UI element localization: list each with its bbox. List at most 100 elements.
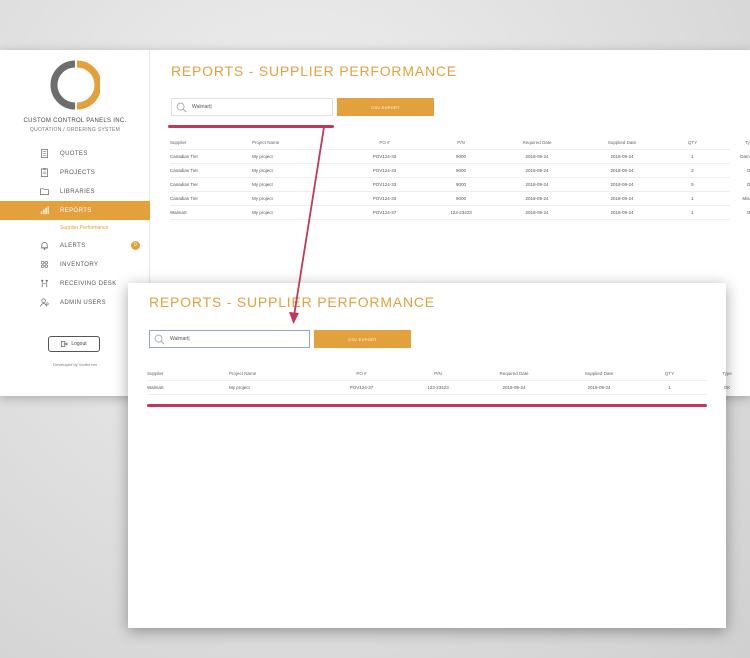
- table-cell: 2018-09-24: [587, 385, 611, 390]
- column-header: Project Name: [229, 371, 257, 376]
- table-cell: 9000: [455, 182, 466, 187]
- table-cell: 1: [691, 196, 694, 201]
- column-header: Required Date: [522, 140, 552, 145]
- column-header: QTY: [664, 371, 675, 376]
- column-header: Supplier: [170, 140, 187, 145]
- table-cell: OK: [746, 210, 750, 215]
- highlight-underline-table: [147, 404, 707, 407]
- table-cell: POV124-33: [372, 154, 397, 159]
- alerts-count-badge: 0: [131, 241, 140, 250]
- sidebar-item-label: ALERTS: [60, 242, 86, 249]
- table-cell: 2018-09-24: [525, 154, 549, 159]
- table-cell: My project: [252, 196, 273, 201]
- table-row: Canadian Tier My project POV124-33 9000 2018…: [170, 164, 750, 178]
- sidebar-item-inventory[interactable]: INVENTORY: [0, 255, 150, 274]
- logout-label: Logout: [71, 341, 87, 347]
- sidebar-item-label: PROJECTS: [60, 169, 96, 176]
- column-header: Type: [722, 371, 732, 376]
- column-header: Project Name: [252, 140, 280, 145]
- table-header: Supplier Project Name PO # P/N Required Date…: [147, 367, 732, 381]
- table-cell: 5: [691, 182, 694, 187]
- search-input[interactable]: Walmart|: [149, 330, 310, 348]
- report-table: Supplier Project Name PO # P/N Required Date…: [147, 367, 732, 395]
- document-icon: [40, 149, 49, 158]
- table-header: Supplier Project Name PO # P/N Required Date…: [170, 136, 750, 150]
- table-cell: OK: [746, 182, 750, 187]
- table-cell: 2018-09-24: [610, 182, 634, 187]
- page-title: REPORTS - SUPPLIER PERFORMANCE: [171, 63, 457, 79]
- table-cell: POV124-33: [372, 168, 397, 173]
- sidebar-item-alerts[interactable]: ALERTS 0: [0, 236, 150, 255]
- search-value: Walmart|: [170, 336, 190, 342]
- table-cell: POV124-37: [372, 210, 397, 215]
- sidebar-item-reports[interactable]: REPORTS: [0, 201, 150, 220]
- table-cell: 123-23423: [427, 385, 449, 390]
- table-cell: 2018-09-24: [525, 196, 549, 201]
- sidebar-subitem-supplier-performance[interactable]: Supplier Performance: [0, 220, 150, 236]
- table-cell: POV124-33: [372, 196, 397, 201]
- table-cell: My project: [252, 154, 273, 159]
- sidebar-item-libraries[interactable]: LIBRARIES: [0, 182, 150, 201]
- column-header: P/N: [457, 140, 465, 145]
- sidebar-item-label: INVENTORY: [60, 261, 99, 268]
- table-row: Walmart My project POV124-37 123-23423 2018-…: [170, 206, 750, 220]
- table-cell: My project: [252, 168, 273, 173]
- report-table: Supplier Project Name PO # P/N Required Date…: [170, 136, 750, 220]
- table-cell: Canadian Tier: [170, 196, 199, 201]
- table-cell: Damaged: [740, 154, 750, 159]
- table-cell: 9000: [455, 196, 466, 201]
- table-cell: 2018-09-24: [610, 154, 634, 159]
- table-cell: 2018-09-24: [610, 168, 634, 173]
- sidebar-item-projects[interactable]: PROJECTS: [0, 163, 150, 182]
- table-cell: My project: [252, 210, 273, 215]
- table-row: Canadian Tier My project POV124-33 9000 2018…: [170, 192, 750, 206]
- folder-icon: [40, 188, 49, 196]
- column-header: Supplied Date: [584, 371, 614, 376]
- bar-chart-icon: [40, 206, 49, 215]
- sidebar-item-quotes[interactable]: QUOTES: [0, 144, 150, 163]
- logout-button[interactable]: Logout: [48, 336, 100, 352]
- table-cell: 9000: [455, 154, 466, 159]
- sidebar-item-label: ADMIN USERS: [60, 299, 107, 306]
- company-logo: [50, 60, 100, 110]
- table-cell: My project: [252, 182, 273, 187]
- highlight-underline-search: [168, 125, 334, 128]
- table-cell: Canadian Tier: [170, 182, 199, 187]
- column-header: Supplied Date: [607, 140, 637, 145]
- table-row: Walmart My project POV124-37 123-23423 2018-…: [147, 381, 730, 395]
- table-cell: Walmart: [147, 385, 164, 390]
- table-cell: POV124-33: [372, 182, 397, 187]
- bell-icon: [40, 242, 49, 250]
- sidebar-item-label: LIBRARIES: [60, 188, 95, 195]
- table-row: Canadian Tier My project POV124-33 9000 2018…: [170, 178, 750, 192]
- table-row: Canadian Tier My project POV124-33 9000 2018…: [170, 150, 750, 164]
- column-header: QTY: [687, 140, 698, 145]
- csv-export-button[interactable]: CSV EXPORT: [337, 98, 434, 116]
- column-header: PO #: [379, 140, 390, 145]
- search-input[interactable]: Walmart|: [171, 98, 333, 116]
- table-cell: 123-23423: [450, 210, 472, 215]
- column-header: PO #: [356, 371, 367, 376]
- table-cell: 9000: [455, 168, 466, 173]
- company-subtitle: QUOTATION / ORDERING SYSTEM: [29, 127, 121, 133]
- table-cell: 2018-09-24: [610, 196, 634, 201]
- users-icon: [40, 298, 49, 307]
- table-cell: 2018-09-24: [610, 210, 634, 215]
- sidebar-item-label: RECEIVING DESK: [60, 280, 117, 287]
- column-header: Type: [745, 140, 750, 145]
- table-cell: 1: [668, 385, 671, 390]
- table-cell: OK: [723, 385, 731, 390]
- search-value: Walmart|: [192, 104, 212, 110]
- table-cell: Missing: [742, 196, 750, 201]
- sidebar-item-label: REPORTS: [60, 207, 92, 214]
- search-icon: [154, 334, 165, 345]
- table-cell: OK: [746, 168, 750, 173]
- csv-export-button[interactable]: CSV EXPORT: [314, 330, 411, 348]
- inventory-icon: [41, 261, 48, 268]
- table-cell: Canadian Tier: [170, 154, 199, 159]
- company-name: CUSTOM CONTROL PANELS INC.: [23, 118, 127, 124]
- table-cell: 1: [691, 210, 694, 215]
- table-cell: 2018-09-24: [502, 385, 526, 390]
- clipboard-icon: [40, 168, 49, 177]
- logout-icon: [61, 341, 69, 347]
